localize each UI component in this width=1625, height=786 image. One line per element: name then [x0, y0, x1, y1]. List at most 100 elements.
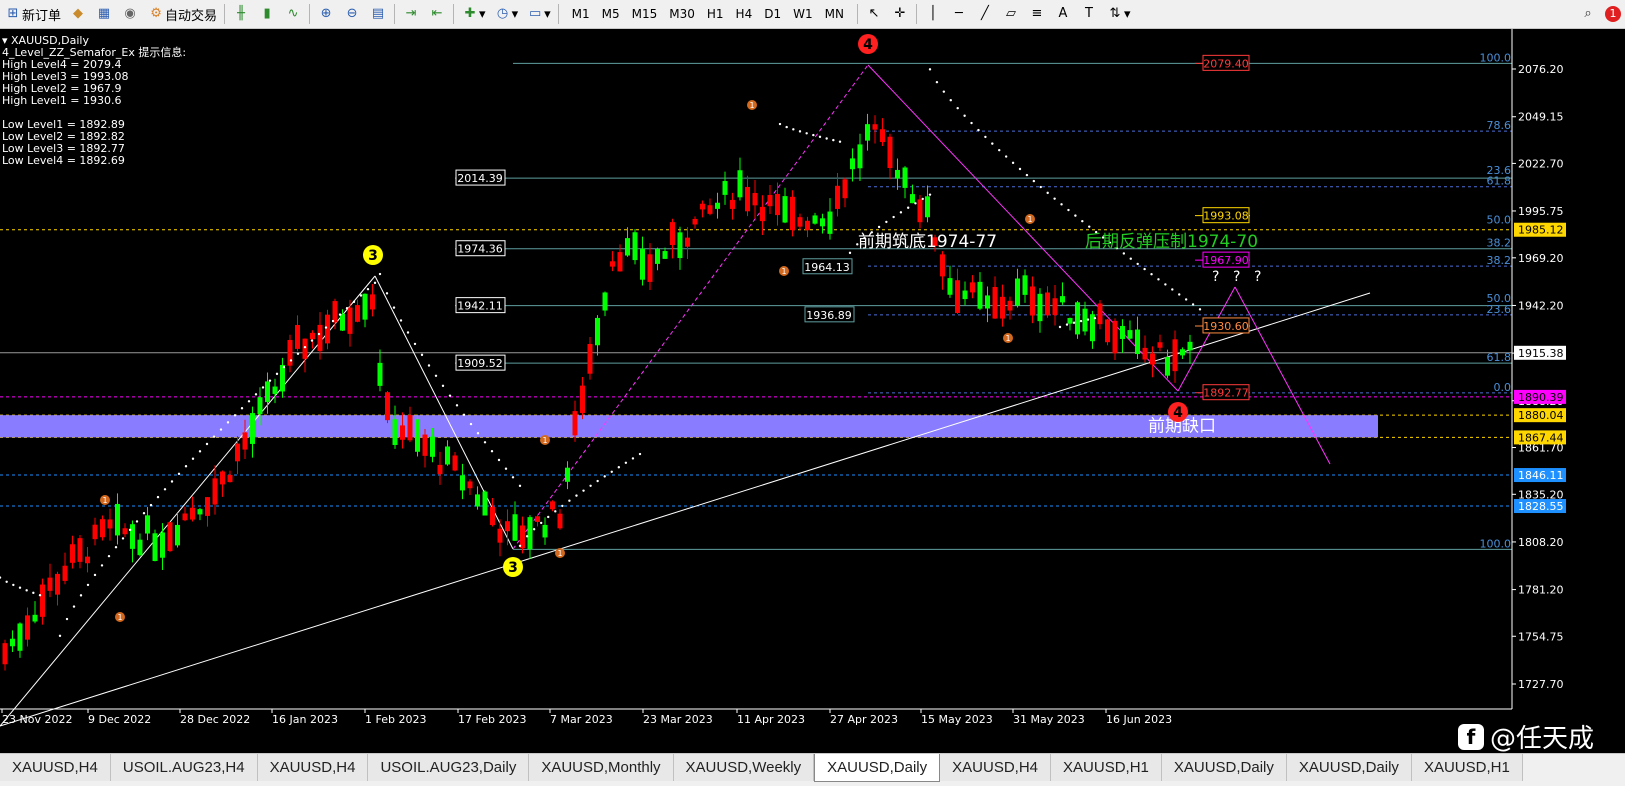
- signals-icon: ◉: [124, 6, 136, 21]
- sar-dot: [205, 442, 209, 446]
- chart-background: [0, 29, 1625, 753]
- periods-button[interactable]: ◷ ▾: [490, 2, 523, 26]
- sar-dot: [1093, 316, 1097, 320]
- zoom-out-icon: ⊖: [346, 6, 358, 21]
- arrows-tool[interactable]: ⇅ ▾: [1102, 2, 1135, 26]
- sar-dot: [25, 589, 28, 592]
- autoscroll-button[interactable]: ⇥: [398, 2, 424, 26]
- chart-tab[interactable]: XAUUSD,H4: [0, 754, 111, 781]
- sar-dot: [366, 287, 370, 291]
- tile-windows-button[interactable]: ▤: [365, 2, 391, 26]
- sar-dot: [448, 394, 452, 397]
- channel-tool[interactable]: ▱: [998, 2, 1024, 26]
- templates-button[interactable]: ▭ ▾: [522, 2, 555, 26]
- timeframe-mn[interactable]: MN: [819, 7, 850, 21]
- signals-button[interactable]: ◉: [117, 2, 143, 26]
- vertical-line-tool[interactable]: │: [920, 2, 946, 26]
- indicators-icon: ✚: [464, 6, 476, 21]
- candle-body: [355, 305, 360, 322]
- time-tick-label: 15 May 2023: [921, 713, 993, 726]
- candle-body: [670, 222, 675, 245]
- cursor-icon: ↖: [868, 6, 880, 21]
- market-button[interactable]: ▦: [91, 2, 117, 26]
- sar-dot: [617, 466, 621, 469]
- candle-body: [167, 522, 173, 551]
- chart-tab[interactable]: USOIL.AUG23,H4: [110, 754, 258, 781]
- candle-body: [115, 503, 120, 536]
- timeframe-m1[interactable]: M1: [566, 7, 596, 21]
- chart-tab[interactable]: XAUUSD,Daily: [1161, 754, 1287, 781]
- chart-tab[interactable]: XAUUSD,Daily: [1286, 754, 1412, 781]
- candle-body: [445, 446, 450, 465]
- new-order-button[interactable]: ⊞ 新订单: [0, 2, 65, 26]
- fib-right-label: 0.0: [1494, 381, 1512, 394]
- chart-tab[interactable]: XAUUSD,H1: [1411, 754, 1523, 781]
- fib-right-label: 38.2: [1487, 254, 1512, 267]
- timeframe-m5[interactable]: M5: [596, 7, 626, 21]
- candle-body: [1037, 293, 1043, 322]
- candle-body: [767, 194, 773, 207]
- candle-body: [107, 519, 113, 529]
- candle-body: [160, 532, 165, 558]
- timeframe-d1[interactable]: D1: [758, 7, 787, 21]
- price-tick-label: 1808.20: [1518, 536, 1564, 549]
- search-button[interactable]: ⌕: [1575, 2, 1601, 26]
- clock-icon: ◷: [496, 6, 509, 21]
- text-tool[interactable]: A: [1050, 2, 1076, 26]
- chart-tab[interactable]: XAUUSD,Monthly: [529, 754, 674, 781]
- chart-tab[interactable]: XAUUSD,H1: [1051, 754, 1162, 781]
- separator: [856, 4, 858, 24]
- timeframe-h1[interactable]: H1: [701, 7, 730, 21]
- sar-dot: [504, 467, 508, 470]
- candle-body: [850, 158, 855, 170]
- chart-tab[interactable]: XAUUSD,Weekly: [673, 754, 815, 781]
- chart-tab[interactable]: XAUUSD,H4: [257, 754, 369, 781]
- candle-body: [827, 211, 833, 234]
- sar-dot: [1011, 161, 1015, 165]
- candle-body: [872, 124, 878, 130]
- candle-body: [415, 419, 420, 452]
- chart-tab[interactable]: XAUUSD,Daily: [814, 754, 941, 782]
- auto-trading-button[interactable]: ⚙ 自动交易: [143, 2, 221, 26]
- fibo-tool[interactable]: ≡: [1024, 2, 1050, 26]
- sar-dot: [1122, 252, 1126, 255]
- candle-chart-button[interactable]: ▮: [254, 2, 280, 26]
- toolbox-button[interactable]: ◆: [65, 2, 91, 26]
- line-chart-button[interactable]: ∿: [280, 2, 306, 26]
- sar-dot: [805, 132, 808, 135]
- candle-body: [152, 533, 158, 561]
- autoscroll-icon: ⇥: [405, 6, 417, 21]
- trendline-tool[interactable]: ╱: [972, 2, 998, 26]
- sar-dot: [420, 353, 424, 357]
- price-chart[interactable]: 前期缺口 4334111111112014.391974.361942.1119…: [0, 29, 1625, 753]
- indicators-button[interactable]: ✚ ▾: [457, 2, 490, 26]
- sar-dot: [331, 319, 335, 323]
- chart-tab[interactable]: USOIL.AUG23,Daily: [368, 754, 530, 781]
- crosshair-tool[interactable]: ✛: [887, 2, 913, 26]
- candle-body: [572, 411, 578, 436]
- timeframe-m15[interactable]: M15: [626, 7, 664, 21]
- sar-dot: [1039, 185, 1042, 189]
- sar-dot: [226, 421, 230, 424]
- zoom-in-button[interactable]: ⊕: [313, 2, 339, 26]
- bar-chart-button[interactable]: ╫: [228, 2, 254, 26]
- zoom-out-button[interactable]: ⊖: [339, 2, 365, 26]
- label-tool[interactable]: T: [1076, 2, 1102, 26]
- price-tag: 1880.04: [1514, 408, 1566, 423]
- sar-dot: [247, 400, 251, 403]
- sar-dot: [596, 479, 599, 483]
- candle-body: [512, 514, 518, 541]
- timeframe-m30[interactable]: M30: [663, 7, 701, 21]
- timeframe-w1[interactable]: W1: [787, 7, 819, 21]
- horizontal-line-tool[interactable]: ─: [946, 2, 972, 26]
- candle-body: [865, 124, 870, 141]
- cursor-tool[interactable]: ↖: [861, 2, 887, 26]
- sar-dot: [1065, 323, 1069, 326]
- timeframe-h4[interactable]: H4: [730, 7, 759, 21]
- chart-shift-button[interactable]: ⇤: [424, 2, 450, 26]
- candle-body: [1187, 341, 1193, 351]
- price-tick-label: 2022.70: [1518, 157, 1564, 170]
- chart-tab[interactable]: XAUUSD,H4: [940, 754, 1052, 781]
- candle-body: [557, 513, 563, 529]
- notifications-button[interactable]: 1: [1601, 2, 1625, 26]
